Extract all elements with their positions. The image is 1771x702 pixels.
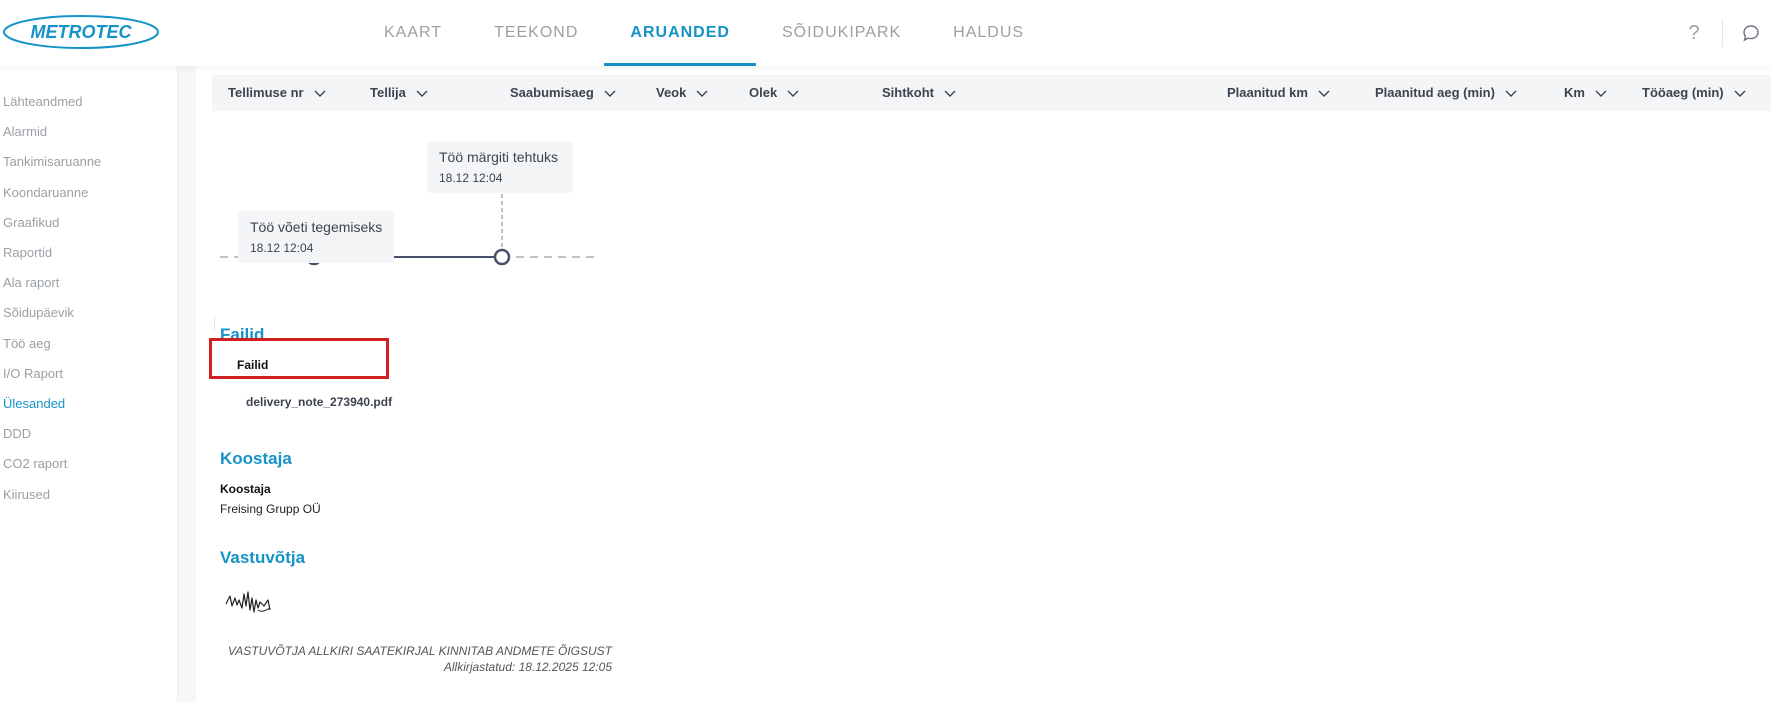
timeline-event-completed: Töö märgiti tehtuks 18.12 12:04	[427, 141, 573, 193]
sidebar: Lähteandmed Alarmid Tankimisaruanne Koon…	[0, 66, 178, 702]
timeline-event-started: Töö võeti tegemiseks 18.12 12:04	[238, 211, 394, 263]
timeline-node-2	[493, 248, 511, 266]
nav-haldus[interactable]: HALDUS	[927, 0, 1050, 66]
column-olek[interactable]: Olek	[749, 75, 799, 111]
column-plaanitud-aeg[interactable]: Plaanitud aeg (min)	[1375, 75, 1517, 111]
timeline-event-title: Töö võeti tegemiseks	[250, 219, 383, 235]
top-right-actions: ?	[1674, 0, 1771, 66]
chevron-down-icon	[1595, 90, 1607, 97]
sidebar-item-graafikud[interactable]: Graafikud	[3, 215, 59, 230]
creator-section-title: Koostaja	[220, 449, 292, 468]
file-link[interactable]: delivery_note_273940.pdf	[238, 391, 400, 413]
receiver-note: VASTUVÕTJA ALLKIRI SAATEKIRJAL KINNITAB …	[227, 644, 612, 658]
chevron-down-icon	[696, 90, 708, 97]
sidebar-item-lahteandmed[interactable]: Lähteandmed	[3, 94, 83, 109]
column-veok[interactable]: Veok	[656, 75, 708, 111]
sidebar-item-koondaruanne[interactable]: Koondaruanne	[3, 185, 88, 200]
chevron-down-icon	[944, 90, 956, 97]
column-plaanitud-km[interactable]: Plaanitud km	[1227, 75, 1330, 111]
receiver-section-title: Vastuvõtja	[220, 548, 306, 567]
timeline-event-time: 18.12 12:04	[250, 241, 314, 255]
chevron-down-icon	[787, 90, 799, 97]
timeline-event-time: 18.12 12:04	[439, 171, 503, 185]
metrotec-logo[interactable]: METROTEC	[2, 14, 160, 50]
sidebar-item-too-aeg[interactable]: Töö aeg	[3, 336, 51, 351]
divider	[214, 316, 215, 330]
nav-kaart[interactable]: KAART	[358, 0, 468, 66]
help-icon[interactable]: ?	[1674, 22, 1714, 45]
timeline-event-title: Töö märgiti tehtuks	[439, 149, 559, 165]
sidebar-item-io-raport[interactable]: I/O Raport	[3, 366, 63, 381]
creator-label: Koostaja	[220, 482, 271, 496]
receiver-signed-at: Allkirjastatud: 18.12.2025 12:05	[443, 660, 612, 674]
sidebar-item-kiirused[interactable]: Kiirused	[3, 487, 50, 502]
nav-soidukipark[interactable]: SÕIDUKIPARK	[756, 0, 927, 66]
main-content: Tellimuse nr Tellija Saabumisaeg Veok Ol…	[196, 66, 1771, 702]
top-navigation-bar: METROTEC KAART TEEKOND ARUANDED SÕIDUKIP…	[0, 0, 1771, 66]
sidebar-item-tankimisaruanne[interactable]: Tankimisaruanne	[3, 154, 101, 169]
sidebar-item-ddd[interactable]: DDD	[3, 426, 31, 441]
brand-name: METROTEC	[31, 22, 133, 42]
chevron-down-icon	[604, 90, 616, 97]
divider	[1722, 19, 1723, 47]
signature-image	[225, 591, 271, 613]
chevron-down-icon	[1734, 90, 1746, 97]
highlight-box	[209, 338, 389, 379]
column-sihtkoht[interactable]: Sihtkoht	[882, 75, 956, 111]
sidebar-gutter	[178, 66, 196, 702]
sidebar-item-alarmid[interactable]: Alarmid	[3, 124, 47, 139]
nav-aruanded[interactable]: ARUANDED	[604, 0, 756, 66]
chevron-down-icon	[1318, 90, 1330, 97]
sidebar-item-soidupaevik[interactable]: Sõidupäevik	[3, 305, 74, 320]
sidebar-item-co2-raport[interactable]: CO2 raport	[3, 456, 67, 471]
sidebar-item-ulesanded[interactable]: Ülesanded	[3, 396, 65, 411]
main-nav: KAART TEEKOND ARUANDED SÕIDUKIPARK HALDU…	[358, 0, 1050, 66]
sidebar-item-ala-raport[interactable]: Ala raport	[3, 275, 59, 290]
column-km[interactable]: Km	[1564, 75, 1607, 111]
column-tooaeg[interactable]: Tööaeg (min)	[1642, 75, 1746, 111]
creator-value: Freising Grupp OÜ	[220, 502, 321, 516]
sidebar-item-raportid[interactable]: Raportid	[3, 245, 52, 260]
nav-teekond[interactable]: TEEKOND	[468, 0, 604, 66]
chat-icon[interactable]	[1731, 13, 1771, 53]
chevron-down-icon	[1505, 90, 1517, 97]
